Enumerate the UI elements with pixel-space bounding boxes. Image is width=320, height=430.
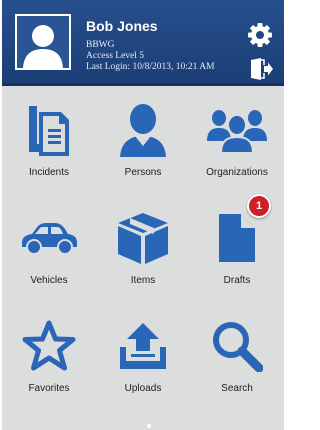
app-screen: Bob Jones BBWG Access Level 5 Last Login…: [2, 0, 284, 430]
tile-label: Uploads: [124, 383, 162, 394]
upload-icon: [120, 323, 166, 369]
page-indicator[interactable]: [2, 420, 284, 430]
tile-organizations[interactable]: Organizations: [190, 86, 284, 194]
logout-icon[interactable]: [249, 58, 273, 80]
tile-label: Drafts: [223, 275, 251, 286]
draft-document-icon: [219, 214, 255, 262]
tile-vehicles[interactable]: Vehicles: [2, 194, 96, 302]
gear-icon[interactable]: [247, 22, 273, 48]
tile-label: Items: [130, 275, 156, 286]
tile-favorites[interactable]: Favorites: [2, 302, 96, 410]
group-icon: [207, 110, 267, 153]
user-silhouette-icon: [23, 25, 63, 68]
tile-items[interactable]: Items: [96, 194, 190, 302]
tile-search[interactable]: Search: [190, 302, 284, 410]
user-name: Bob Jones: [86, 18, 158, 34]
tile-label: Vehicles: [30, 275, 68, 286]
tile-drafts[interactable]: 1 Drafts: [190, 194, 284, 302]
user-org: BBWG: [86, 40, 115, 50]
tile-persons[interactable]: Persons: [96, 86, 190, 194]
search-icon: [213, 322, 263, 372]
avatar[interactable]: [15, 14, 71, 70]
drafts-count-badge: 1: [247, 194, 271, 218]
user-last-login: Last Login: 10/8/2013, 10:21 AM: [86, 62, 215, 72]
car-icon: [22, 223, 77, 255]
tile-label: Incidents: [28, 167, 70, 178]
user-access-level: Access Level 5: [86, 51, 145, 61]
tile-label: Search: [221, 383, 253, 394]
menu-grid: Incidents Persons Organizations Vehicles…: [2, 86, 284, 430]
tile-incidents[interactable]: Incidents: [2, 86, 96, 194]
tile-uploads[interactable]: Uploads: [96, 302, 190, 410]
page-dot: [147, 424, 151, 428]
tile-label: Persons: [124, 167, 162, 178]
star-icon: [22, 320, 76, 371]
user-header: Bob Jones BBWG Access Level 5 Last Login…: [2, 0, 284, 86]
documents-icon: [29, 106, 69, 156]
person-icon: [120, 104, 166, 157]
tile-label: Organizations: [206, 167, 268, 178]
tile-label: Favorites: [28, 383, 70, 394]
box-icon: [118, 213, 168, 264]
